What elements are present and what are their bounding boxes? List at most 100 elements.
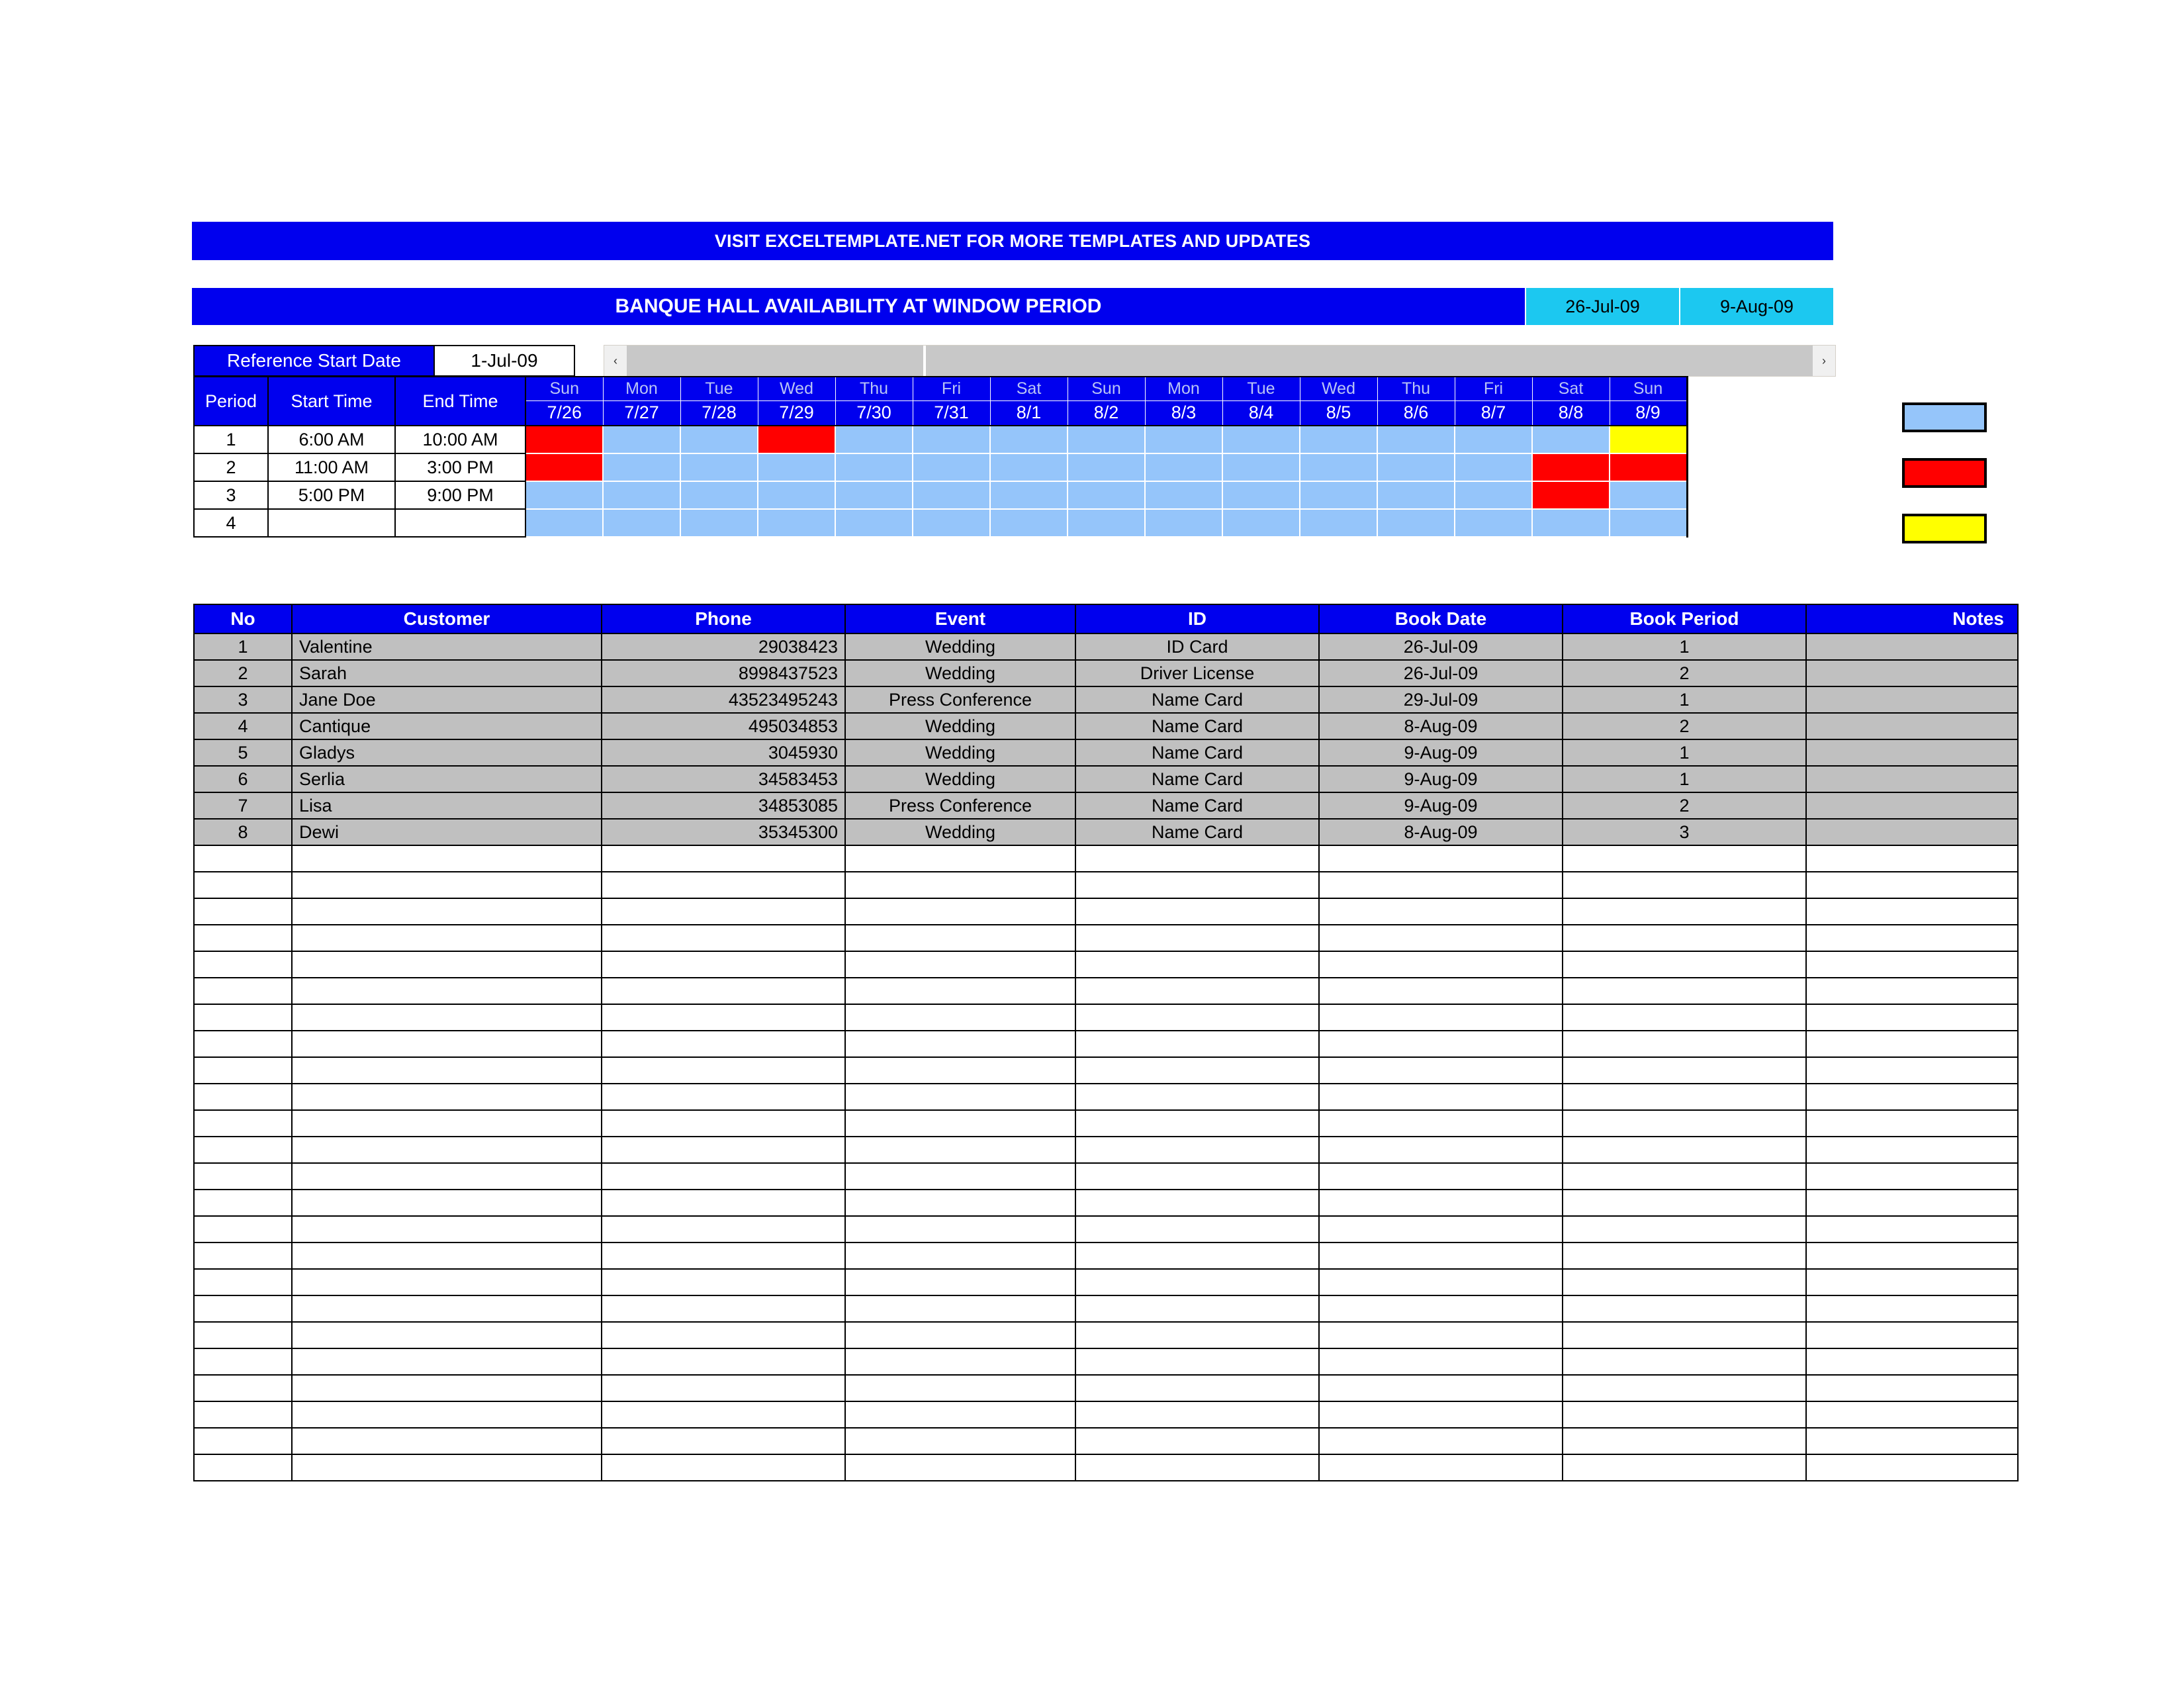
booking-cell-id-empty[interactable] xyxy=(1075,951,1320,978)
booking-cell-notes[interactable] xyxy=(1805,659,2019,687)
table-row[interactable]: 1 Valentine 29038423 Wedding ID Card 26-Jul-0… xyxy=(193,633,2019,661)
availability-slot-free[interactable] xyxy=(989,453,1068,482)
availability-slot-free[interactable] xyxy=(1377,508,1455,538)
table-row[interactable]: 4 Cantique 495034853 Wedding Name Card 8-Aug-… xyxy=(193,712,2019,740)
booking-cell-book-period[interactable]: 1 xyxy=(1562,739,1807,767)
booking-cell-book-date-empty[interactable] xyxy=(1318,1109,1563,1137)
booking-cell-phone-empty[interactable] xyxy=(601,1136,846,1164)
booking-cell-id[interactable]: Driver License xyxy=(1075,659,1320,687)
booking-cell-book-period[interactable]: 1 xyxy=(1562,686,1807,714)
scrollbar-thumb-right[interactable] xyxy=(926,346,1813,376)
booking-cell-no-empty[interactable] xyxy=(193,1004,293,1031)
booking-cell-book-period-empty[interactable] xyxy=(1562,1268,1807,1296)
booking-cell-phone-empty[interactable] xyxy=(601,1401,846,1429)
availability-slot-free[interactable] xyxy=(680,453,758,482)
table-row-empty[interactable] xyxy=(193,1030,2019,1058)
table-row-empty[interactable] xyxy=(193,1295,2019,1323)
booking-cell-book-date[interactable]: 8-Aug-09 xyxy=(1318,818,1563,846)
booking-cell-no-empty[interactable] xyxy=(193,924,293,952)
booking-cell-customer[interactable]: Sarah xyxy=(291,659,602,687)
booking-cell-customer-empty[interactable] xyxy=(291,1401,602,1429)
table-row[interactable]: 8 Dewi 35345300 Wedding Name Card 8-Aug-09 3 xyxy=(193,818,2019,846)
booking-cell-book-date-empty[interactable] xyxy=(1318,1189,1563,1217)
booking-cell-customer-empty[interactable] xyxy=(291,1136,602,1164)
booking-cell-book-period-empty[interactable] xyxy=(1562,898,1807,925)
booking-cell-no-empty[interactable] xyxy=(193,1083,293,1111)
booking-cell-event[interactable]: Wedding xyxy=(844,765,1076,793)
booking-cell-customer-empty[interactable] xyxy=(291,977,602,1005)
table-row-empty[interactable] xyxy=(193,871,2019,899)
booking-cell-no-empty[interactable] xyxy=(193,1030,293,1058)
booking-cell-event-empty[interactable] xyxy=(844,845,1076,872)
booking-cell-notes-empty[interactable] xyxy=(1805,1374,2019,1402)
booking-cell-customer-empty[interactable] xyxy=(291,1030,602,1058)
availability-slot-free[interactable] xyxy=(1609,508,1688,538)
availability-slot-free[interactable] xyxy=(1454,453,1533,482)
booking-cell-phone-empty[interactable] xyxy=(601,1083,846,1111)
availability-slot-free[interactable] xyxy=(1454,481,1533,510)
table-row-empty[interactable] xyxy=(193,1242,2019,1270)
period-start-time-cell[interactable] xyxy=(267,508,396,538)
booking-cell-notes-empty[interactable] xyxy=(1805,1109,2019,1137)
booking-cell-id-empty[interactable] xyxy=(1075,1083,1320,1111)
availability-slot-free[interactable] xyxy=(757,508,836,538)
booking-cell-customer-empty[interactable] xyxy=(291,1321,602,1349)
booking-cell-book-period-empty[interactable] xyxy=(1562,1374,1807,1402)
booking-cell-no-empty[interactable] xyxy=(193,1454,293,1481)
booking-cell-book-period-empty[interactable] xyxy=(1562,871,1807,899)
booking-cell-book-date-empty[interactable] xyxy=(1318,1321,1563,1349)
booking-cell-event[interactable]: Wedding xyxy=(844,818,1076,846)
table-row-empty[interactable] xyxy=(193,1189,2019,1217)
table-row[interactable]: 2 Sarah 8998437523 Wedding Driver License 26-… xyxy=(193,659,2019,687)
booking-cell-phone-empty[interactable] xyxy=(601,951,846,978)
booking-cell-event-empty[interactable] xyxy=(844,1268,1076,1296)
booking-cell-notes-empty[interactable] xyxy=(1805,1030,2019,1058)
booking-cell-notes-empty[interactable] xyxy=(1805,845,2019,872)
booking-cell-event-empty[interactable] xyxy=(844,1401,1076,1429)
reference-start-date-input[interactable]: 1-Jul-09 xyxy=(435,345,575,377)
booking-cell-phone-empty[interactable] xyxy=(601,1348,846,1376)
period-start-time-cell[interactable]: 6:00 AM xyxy=(267,425,396,454)
booking-cell-phone-empty[interactable] xyxy=(601,1030,846,1058)
booking-cell-event-empty[interactable] xyxy=(844,1374,1076,1402)
booking-cell-no-empty[interactable] xyxy=(193,1109,293,1137)
booking-cell-id-empty[interactable] xyxy=(1075,1136,1320,1164)
booking-cell-id-empty[interactable] xyxy=(1075,1321,1320,1349)
booking-cell-id-empty[interactable] xyxy=(1075,1374,1320,1402)
booking-cell-customer-empty[interactable] xyxy=(291,1109,602,1137)
booking-cell-book-date-empty[interactable] xyxy=(1318,898,1563,925)
booking-cell-book-date-empty[interactable] xyxy=(1318,1215,1563,1243)
period-end-time-cell[interactable]: 3:00 PM xyxy=(394,453,526,482)
booking-cell-book-period-empty[interactable] xyxy=(1562,1109,1807,1137)
availability-slot-free[interactable] xyxy=(1454,508,1533,538)
booking-cell-event-empty[interactable] xyxy=(844,951,1076,978)
booking-cell-id-empty[interactable] xyxy=(1075,1189,1320,1217)
booking-cell-event-empty[interactable] xyxy=(844,1348,1076,1376)
booking-cell-book-period[interactable]: 2 xyxy=(1562,659,1807,687)
table-row[interactable]: 5 Gladys 3045930 Wedding Name Card 9-Aug-09 1 xyxy=(193,739,2019,767)
booking-cell-book-period-empty[interactable] xyxy=(1562,1056,1807,1084)
booking-cell-customer-empty[interactable] xyxy=(291,1162,602,1190)
booking-cell-book-date-empty[interactable] xyxy=(1318,1056,1563,1084)
booking-cell-id[interactable]: ID Card xyxy=(1075,633,1320,661)
availability-slot-booked[interactable] xyxy=(525,453,604,482)
booking-cell-book-period-empty[interactable] xyxy=(1562,1295,1807,1323)
booking-cell-no-empty[interactable] xyxy=(193,1242,293,1270)
table-row-empty[interactable] xyxy=(193,951,2019,978)
booking-cell-book-period[interactable]: 2 xyxy=(1562,712,1807,740)
booking-cell-event-empty[interactable] xyxy=(844,1427,1076,1455)
booking-cell-book-period-empty[interactable] xyxy=(1562,951,1807,978)
availability-slot-free[interactable] xyxy=(1454,425,1533,454)
availability-slot-pending[interactable] xyxy=(1609,425,1688,454)
booking-cell-customer-empty[interactable] xyxy=(291,1215,602,1243)
booking-cell-event-empty[interactable] xyxy=(844,977,1076,1005)
availability-slot-free[interactable] xyxy=(1377,453,1455,482)
period-end-time-cell[interactable]: 10:00 AM xyxy=(394,425,526,454)
booking-cell-id-empty[interactable] xyxy=(1075,1162,1320,1190)
booking-cell-notes[interactable] xyxy=(1805,818,2019,846)
booking-cell-notes-empty[interactable] xyxy=(1805,898,2019,925)
booking-cell-no-empty[interactable] xyxy=(193,1136,293,1164)
booking-cell-notes-empty[interactable] xyxy=(1805,1295,2019,1323)
availability-slot-free[interactable] xyxy=(835,425,913,454)
booking-cell-no-empty[interactable] xyxy=(193,1056,293,1084)
